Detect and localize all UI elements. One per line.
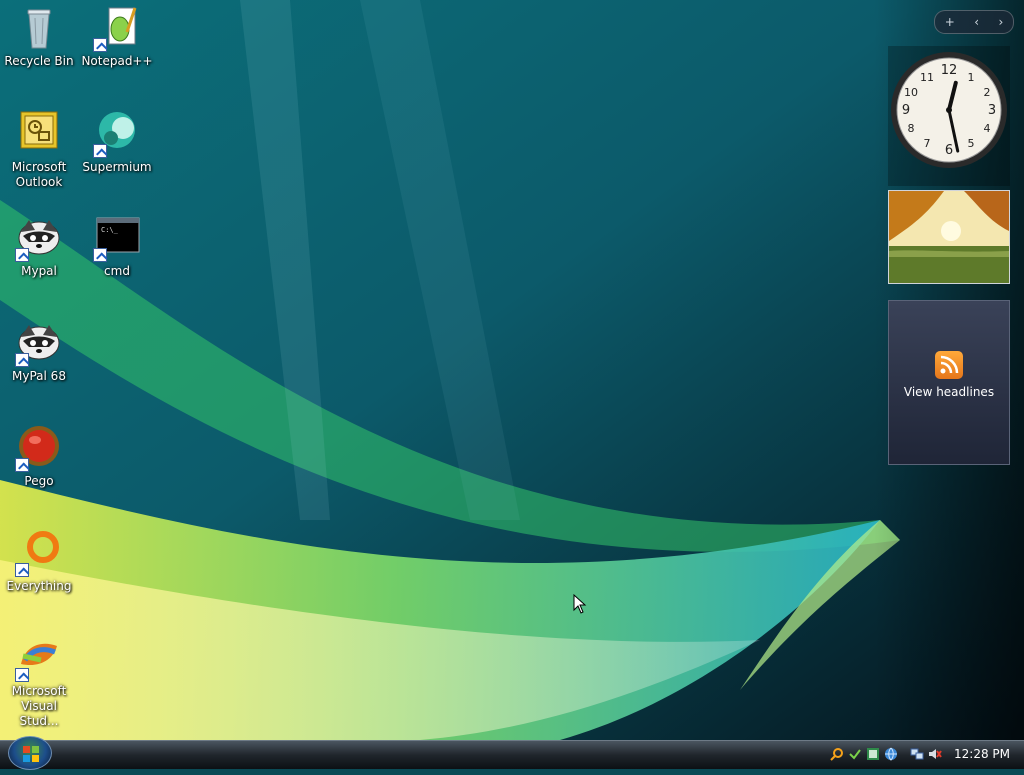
volume-muted-icon[interactable] bbox=[928, 747, 942, 761]
feed-headlines-gadget[interactable]: View headlines bbox=[888, 300, 1010, 465]
desktop-icon-outlook[interactable]: Microsoft Outlook bbox=[0, 110, 78, 190]
checkmark-icon[interactable] bbox=[848, 747, 862, 761]
view-headlines-link[interactable]: View headlines bbox=[889, 385, 1009, 399]
svg-text:3: 3 bbox=[988, 103, 996, 118]
sidebar-controls: + ‹ › bbox=[934, 10, 1014, 34]
desktop-icon-label: Everything bbox=[6, 579, 72, 593]
security-center-icon[interactable] bbox=[866, 747, 880, 761]
desktop-icon-visual-studio[interactable]: Microsoft Visual Stud... bbox=[0, 634, 78, 729]
desktop-icon-recycle-bin[interactable]: Recycle Bin bbox=[0, 4, 78, 69]
windows-logo-icon bbox=[23, 746, 39, 762]
svg-text:5: 5 bbox=[968, 137, 975, 150]
svg-text:1: 1 bbox=[968, 71, 975, 84]
desktop-icon-label: Microsoft Visual Stud... bbox=[11, 684, 67, 728]
svg-text:2: 2 bbox=[984, 86, 991, 99]
shortcut-arrow-icon bbox=[15, 668, 29, 682]
desktop-icon-label: Supermium bbox=[82, 160, 152, 174]
desktop-icon-cmd[interactable]: C:\_ cmd bbox=[78, 214, 156, 279]
desktop-icon-label: MyPal 68 bbox=[12, 369, 66, 383]
desktop-icon-everything[interactable]: Everything bbox=[0, 529, 78, 594]
shortcut-arrow-icon bbox=[93, 38, 107, 52]
desktop-icon-pego[interactable]: Pego bbox=[0, 424, 78, 489]
shortcut-arrow-icon bbox=[15, 353, 29, 367]
mypal-icon bbox=[15, 319, 63, 367]
shortcut-arrow-icon bbox=[93, 248, 107, 262]
desktop-icon-label: cmd bbox=[104, 264, 130, 278]
outlook-icon bbox=[15, 110, 63, 158]
cmd-icon: C:\_ bbox=[93, 214, 141, 262]
visual-studio-icon bbox=[15, 634, 63, 682]
prev-gadgets-button[interactable]: ‹ bbox=[974, 15, 979, 29]
svg-text:11: 11 bbox=[920, 71, 934, 84]
shortcut-arrow-icon bbox=[15, 563, 29, 577]
desktop-icon-label: Mypal bbox=[21, 264, 57, 278]
everything-icon bbox=[15, 529, 63, 577]
desktop-icon-label: Notepad++ bbox=[81, 54, 153, 68]
svg-text:7: 7 bbox=[924, 137, 931, 150]
notepad-plus-plus-icon bbox=[93, 4, 141, 52]
desktop-icon-label: Recycle Bin bbox=[4, 54, 74, 68]
next-gadgets-button[interactable]: › bbox=[998, 15, 1003, 29]
start-button[interactable] bbox=[8, 736, 52, 770]
svg-text:12: 12 bbox=[941, 63, 958, 78]
desktop-icon-label: Microsoft Outlook bbox=[11, 160, 67, 189]
rss-feed-icon bbox=[935, 351, 963, 379]
svg-text:C:\_: C:\_ bbox=[101, 226, 119, 234]
svg-text:9: 9 bbox=[902, 103, 910, 118]
svg-text:6: 6 bbox=[945, 143, 953, 158]
add-gadget-button[interactable]: + bbox=[945, 15, 955, 29]
recycle-bin-icon bbox=[15, 4, 63, 52]
shortcut-arrow-icon bbox=[15, 248, 29, 262]
desktop-icon-notepad-plus-plus[interactable]: Notepad++ bbox=[78, 4, 156, 69]
clock-gadget[interactable]: 12 1 2 3 4 5 6 7 8 9 10 11 bbox=[888, 46, 1010, 186]
svg-text:8: 8 bbox=[908, 122, 915, 135]
mypal-icon bbox=[15, 214, 63, 262]
system-tray: 12:28 PM bbox=[828, 740, 1024, 768]
taskbar-clock[interactable]: 12:28 PM bbox=[954, 747, 1010, 761]
search-icon[interactable] bbox=[830, 747, 844, 761]
desktop-icon-label: Pego bbox=[24, 474, 54, 488]
svg-text:10: 10 bbox=[904, 86, 918, 99]
shortcut-arrow-icon bbox=[15, 458, 29, 472]
svg-text:4: 4 bbox=[984, 122, 991, 135]
desktop-icon-supermium[interactable]: Supermium bbox=[78, 110, 156, 175]
shortcut-arrow-icon bbox=[93, 144, 107, 158]
network-connection-icon[interactable] bbox=[910, 747, 924, 761]
supermium-icon bbox=[93, 110, 141, 158]
network-globe-icon[interactable] bbox=[884, 747, 898, 761]
pego-icon bbox=[15, 424, 63, 472]
slideshow-gadget[interactable] bbox=[888, 190, 1010, 284]
desktop-icon-mypal68[interactable]: MyPal 68 bbox=[0, 319, 78, 384]
desktop-icon-mypal[interactable]: Mypal bbox=[0, 214, 78, 279]
mouse-pointer-icon bbox=[573, 593, 587, 618]
